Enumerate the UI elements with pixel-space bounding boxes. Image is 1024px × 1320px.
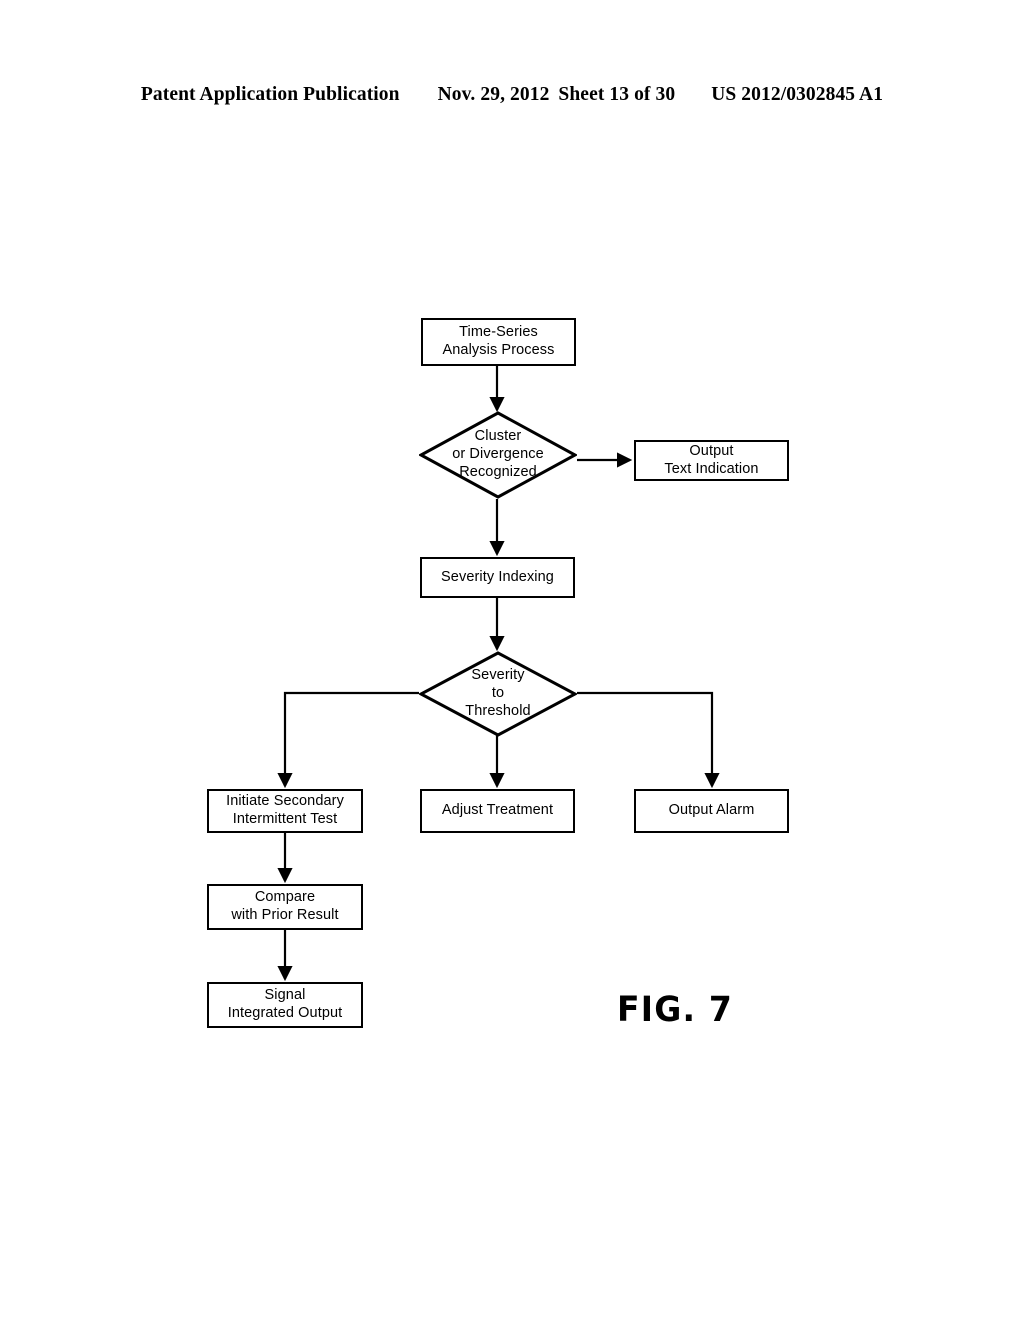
node-adjust-treatment[interactable]: Adjust Treatment	[420, 789, 575, 833]
node-severity-indexing[interactable]: Severity Indexing	[420, 557, 575, 598]
node-label-severity-to-threshold: Severity to Threshold	[465, 667, 531, 719]
node-time-series-analysis-process[interactable]: Time-Series Analysis Process	[421, 318, 576, 366]
flowchart: Time-Series Analysis Process Cluster or …	[0, 0, 1024, 1320]
node-label-output-text-indication: Output Text Indication	[664, 442, 759, 477]
node-cluster-or-divergence-recognized[interactable]: Cluster or Divergence Recognized	[419, 411, 577, 499]
node-label-output-alarm: Output Alarm	[668, 802, 755, 819]
figure-caption: FIG. 7	[617, 988, 734, 1030]
patent-figure-page: Patent Application Publication Nov. 29, …	[0, 0, 1024, 1320]
node-label-signal-integrated-output: Signal Integrated Output	[227, 987, 343, 1021]
node-label-time-series-analysis-process: Time-Series Analysis Process	[442, 324, 555, 358]
node-initiate-secondary-intermittent-test[interactable]: Initiate Secondary Intermittent Test	[207, 789, 363, 833]
node-label-compare-with-prior-result: Compare with Prior Result	[231, 889, 339, 923]
node-label-cluster-or-divergence-recognized: Cluster or Divergence Recognized	[452, 428, 544, 480]
node-output-text-indication[interactable]: Output Text Indication	[634, 440, 789, 481]
node-label-adjust-treatment: Adjust Treatment	[441, 802, 554, 819]
node-label-severity-indexing: Severity Indexing	[441, 568, 554, 585]
node-label-initiate-secondary-intermittent-test: Initiate Secondary Intermittent Test	[226, 793, 344, 827]
node-output-alarm[interactable]: Output Alarm	[634, 789, 789, 833]
node-compare-with-prior-result[interactable]: Compare with Prior Result	[207, 884, 363, 930]
node-severity-to-threshold[interactable]: Severity to Threshold	[419, 651, 577, 737]
node-signal-integrated-output[interactable]: Signal Integrated Output	[207, 982, 363, 1028]
